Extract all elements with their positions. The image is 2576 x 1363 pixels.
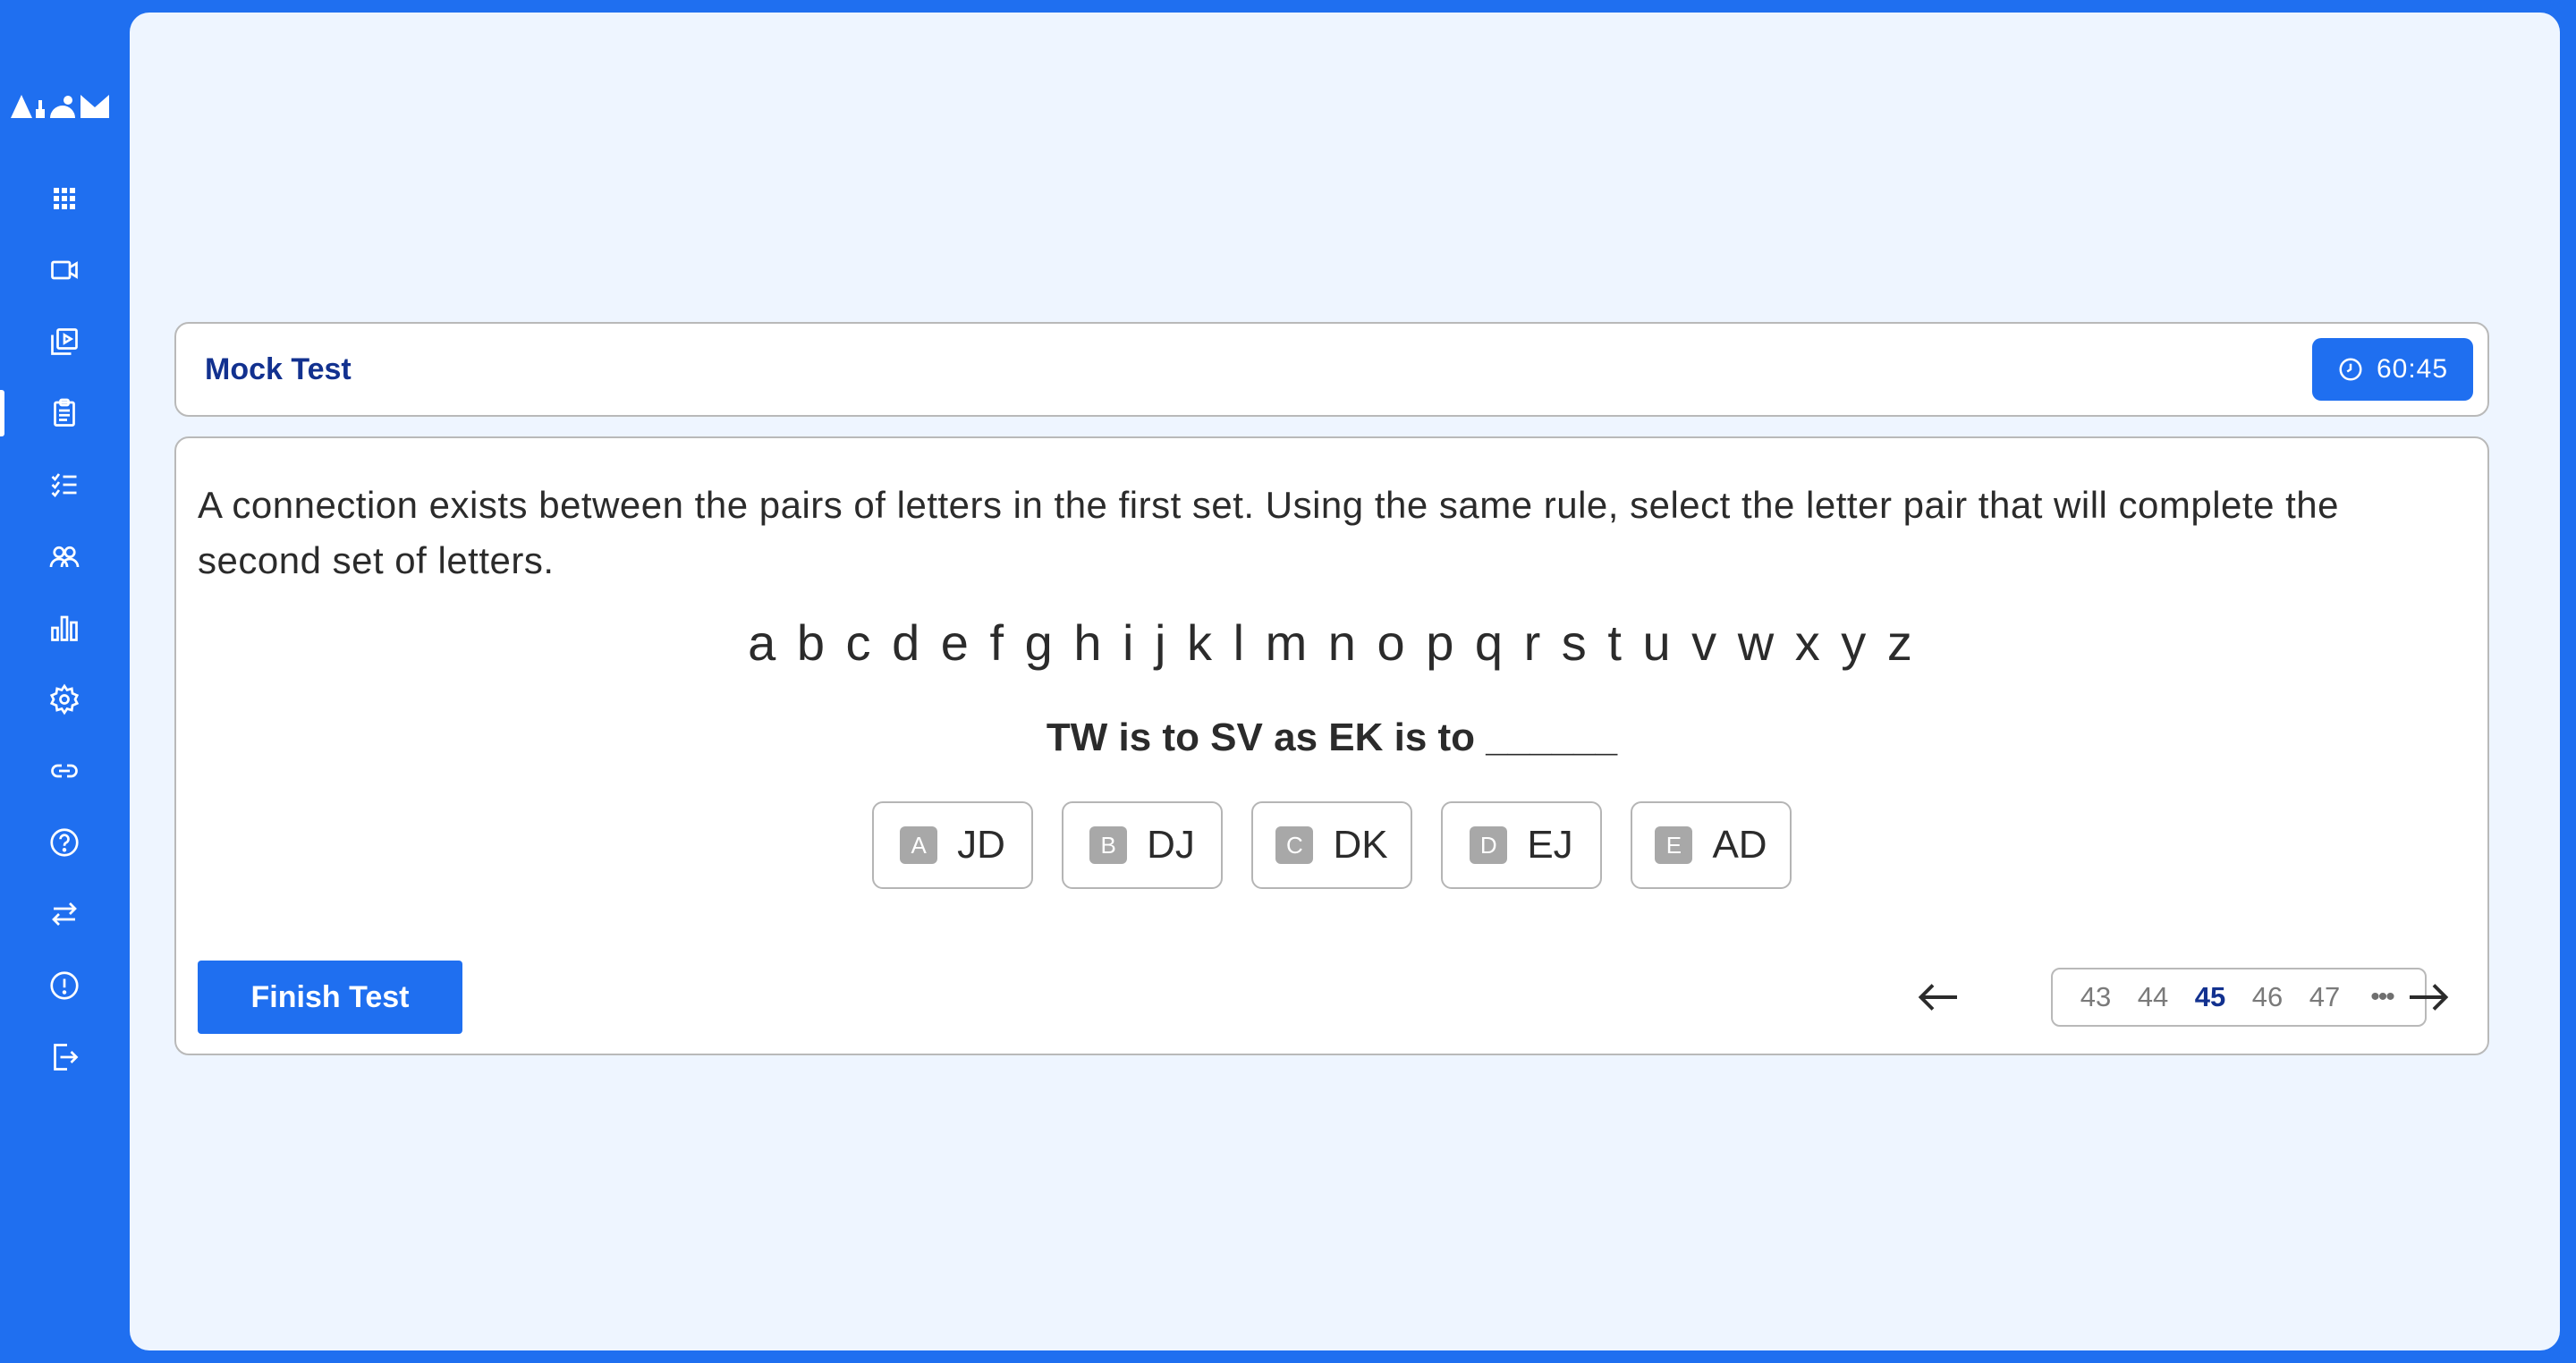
- alert-icon: [49, 971, 79, 1000]
- page-47[interactable]: 47: [2296, 981, 2353, 1013]
- timer-value: 60:45: [2376, 354, 2449, 384]
- finish-test-button[interactable]: Finish Test: [198, 961, 462, 1034]
- grid-icon: [53, 188, 75, 209]
- timer-badge: 60:45: [2312, 338, 2473, 401]
- main-panel: Mock Test 60:45 A connection exists betw…: [130, 13, 2560, 1350]
- option-e[interactable]: E AD: [1631, 801, 1792, 889]
- option-letter-badge: B: [1089, 826, 1128, 864]
- arrow-left-icon: [1918, 984, 1957, 1011]
- atom-logo[interactable]: [9, 89, 120, 122]
- page-45-current[interactable]: 45: [2182, 981, 2239, 1013]
- logout-icon: [53, 1044, 78, 1071]
- option-letter-badge: D: [1470, 826, 1508, 864]
- pagination: 43 44 45 46 47 •••: [2051, 968, 2427, 1027]
- test-header: Mock Test 60:45: [174, 322, 2489, 417]
- sidebar: [0, 0, 128, 1363]
- link-icon: [50, 764, 78, 778]
- option-a[interactable]: A JD: [872, 801, 1033, 889]
- option-b[interactable]: B DJ: [1062, 801, 1223, 889]
- sidebar-item-report[interactable]: [0, 957, 128, 1014]
- option-text: EJ: [1527, 823, 1573, 867]
- sidebar-item-tasks[interactable]: [0, 456, 128, 513]
- timer-icon: [2339, 358, 2362, 381]
- page-43[interactable]: 43: [2067, 981, 2124, 1013]
- arrow-right-icon: [2410, 984, 2449, 1011]
- alphabet-line: a b c d e f g h i j k l m n o p q r s t …: [748, 614, 1916, 671]
- sidebar-item-library[interactable]: [0, 313, 128, 370]
- gear-icon: [49, 683, 79, 715]
- option-letter-badge: A: [900, 826, 938, 864]
- option-d[interactable]: D EJ: [1441, 801, 1602, 889]
- sidebar-item-community[interactable]: [0, 528, 128, 585]
- question-text: A connection exists between the pairs of…: [198, 484, 2339, 581]
- bar-chart-icon: [50, 615, 78, 641]
- page-title: Mock Test: [205, 352, 352, 386]
- option-letter-badge: C: [1275, 826, 1314, 864]
- sidebar-item-settings[interactable]: [0, 671, 128, 728]
- sidebar-item-links[interactable]: [0, 742, 128, 800]
- video-icon: [50, 260, 78, 280]
- previous-question-button[interactable]: [1911, 966, 1965, 1029]
- checklist-icon: [51, 473, 76, 498]
- sidebar-item-help[interactable]: [0, 814, 128, 871]
- option-text: JD: [957, 823, 1005, 867]
- answer-options: A JD B DJ C DK D EJ E AD: [176, 801, 2487, 889]
- option-text: AD: [1712, 823, 1767, 867]
- clipboard-icon: [53, 398, 75, 427]
- help-icon: [49, 828, 79, 857]
- sidebar-item-tests[interactable]: [0, 385, 128, 442]
- sidebar-item-video[interactable]: [0, 241, 128, 299]
- sidebar-item-logout[interactable]: [0, 1029, 128, 1086]
- option-text: DK: [1333, 823, 1388, 867]
- next-question-button[interactable]: [2402, 966, 2455, 1029]
- option-c[interactable]: C DK: [1251, 801, 1412, 889]
- sidebar-item-switch[interactable]: [0, 885, 128, 943]
- sidebar-item-dashboard[interactable]: [0, 170, 128, 227]
- users-icon: [49, 546, 79, 568]
- library-play-icon: [50, 328, 78, 355]
- sidebar-item-analytics[interactable]: [0, 599, 128, 656]
- page-44[interactable]: 44: [2124, 981, 2182, 1013]
- option-text: DJ: [1147, 823, 1195, 867]
- question-card: A connection exists between the pairs of…: [174, 436, 2489, 1055]
- page-46[interactable]: 46: [2239, 981, 2296, 1013]
- question-prompt: TW is to SV as EK is to ______: [1046, 715, 1618, 759]
- option-letter-badge: E: [1655, 826, 1693, 864]
- swap-icon: [51, 902, 77, 926]
